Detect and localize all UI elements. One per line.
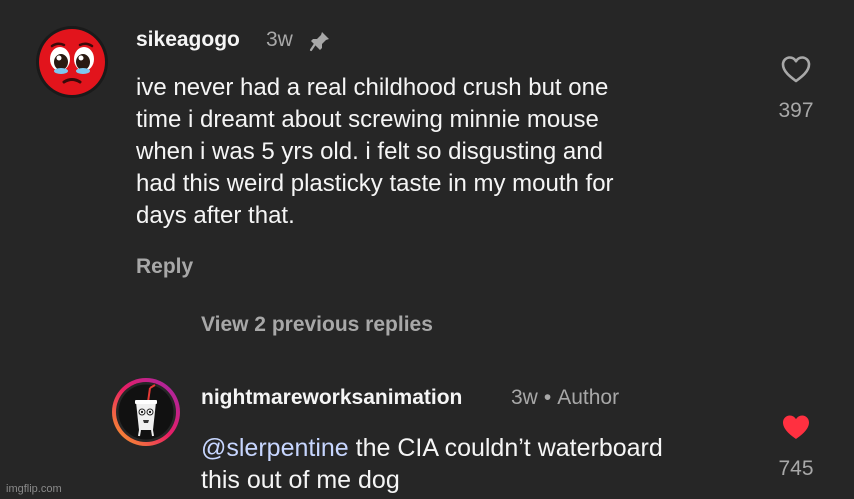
comment-username[interactable]: sikeagogo <box>136 28 240 52</box>
watermark: imgflip.com <box>6 483 62 495</box>
pin-icon <box>308 29 332 58</box>
comment-line: ive never had a real childhood crush but… <box>136 74 609 101</box>
comment-thread: sikeagogo 3w ive never had a real childh… <box>0 0 854 499</box>
reply-button[interactable]: Reply <box>136 255 193 279</box>
avatar[interactable] <box>110 376 182 448</box>
comment-line: days after that. <box>136 202 295 229</box>
like-control: 745 <box>766 412 826 481</box>
reply-time: 3w <box>511 386 538 409</box>
reply-username[interactable]: nightmareworksanimation <box>201 386 462 410</box>
reply-line: @slerpentine the CIA couldn’t waterboard <box>201 432 663 464</box>
reply-meta: 3w • Author <box>511 386 619 410</box>
reply-body: @slerpentine the CIA couldn’t waterboard… <box>201 432 663 496</box>
cup-character-icon <box>110 376 182 448</box>
author-badge: Author <box>557 386 620 409</box>
like-control: 397 <box>766 54 826 123</box>
heart-outline-icon[interactable] <box>780 54 812 89</box>
comment-line: when i was 5 yrs old. i felt so disgusti… <box>136 138 603 165</box>
avatar[interactable] <box>36 26 108 98</box>
comment-time: 3w <box>266 28 293 51</box>
like-count: 745 <box>778 457 814 480</box>
pleading-face-icon <box>36 26 108 98</box>
heart-filled-icon[interactable] <box>780 412 812 447</box>
view-previous-replies-button[interactable]: View 2 previous replies <box>201 313 433 337</box>
mention-link[interactable]: @slerpentine <box>201 434 349 462</box>
separator-dot: • <box>543 386 552 409</box>
comment-line: had this weird plasticky taste in my mou… <box>136 170 614 197</box>
comment-body: ive never had a real childhood crush but… <box>136 72 614 232</box>
reply-line: this out of me dog <box>201 466 400 494</box>
like-count: 397 <box>778 99 814 122</box>
reply-text: the CIA couldn’t waterboard <box>348 434 663 462</box>
comment-line: time i dreamt about screwing minnie mous… <box>136 106 599 133</box>
